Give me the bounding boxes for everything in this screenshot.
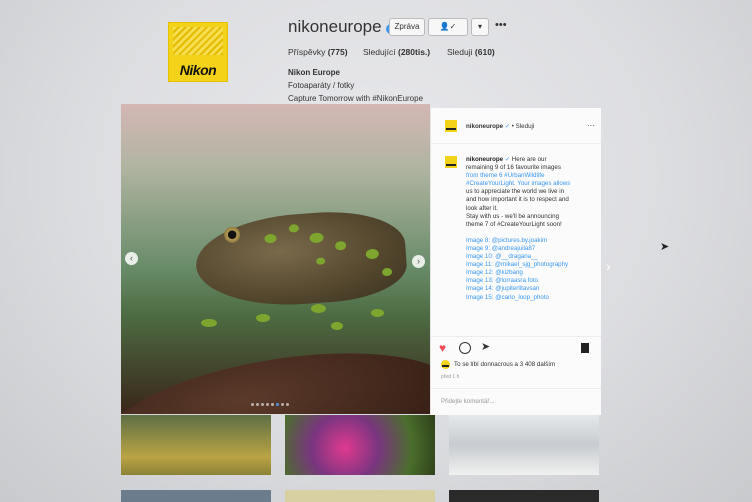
stat-following-value: (610) [474, 47, 495, 57]
post-username[interactable]: nikoneurope ✓ • Sleduji [466, 123, 534, 130]
post-photo[interactable]: ‹ › [121, 104, 430, 414]
duckweed [288, 224, 300, 233]
stat-posts[interactable]: Příspěvky (775) [288, 47, 348, 57]
grid-thumbnail[interactable] [121, 415, 271, 475]
verified-icon: ✓ [504, 156, 511, 163]
credit-line[interactable]: Image 12: @kizbang [466, 269, 523, 276]
grid-thumbnail[interactable] [121, 490, 271, 502]
carousel-dot [251, 403, 254, 406]
chevron-left-icon[interactable]: ‹ [125, 252, 138, 265]
stat-posts-value: (775) [327, 47, 348, 57]
duckweed [315, 257, 326, 265]
duckweed [381, 267, 393, 277]
liker-avatar [441, 360, 450, 369]
stat-followers-value: (280tis.) [397, 47, 431, 57]
more-icon[interactable]: ••• [495, 19, 507, 31]
profile-username: nikoneurope✓ [288, 17, 396, 37]
more-icon[interactable]: ··· [587, 121, 595, 130]
caption-line: Here are our [511, 156, 547, 163]
follow-label: • Sleduji [511, 123, 535, 130]
caption-line: Stay with us - we'll be announcing [466, 212, 560, 220]
stat-posts-label: Příspěvky [288, 47, 326, 57]
credit-line[interactable]: Image 8: @pictures.by.joakim [466, 237, 547, 244]
following-button[interactable]: 👤✓ [428, 18, 468, 36]
stat-followers-label: Sledující [363, 47, 396, 57]
carousel-indicator [251, 403, 289, 406]
logo-stripes [173, 27, 223, 55]
post-caption: nikoneurope ✓ Here are our remaining 9 o… [466, 156, 592, 302]
comment-input[interactable]: Přidejte komentář... [441, 398, 495, 405]
bio-category: Fotoaparáty / fotky [288, 81, 355, 90]
duckweed [309, 232, 324, 244]
carousel-dot-active [276, 403, 279, 406]
caption-line: remaining 9 of 16 favourite images [466, 164, 561, 172]
bookmark-icon[interactable] [581, 343, 589, 353]
cursor-icon: ➤ [660, 241, 670, 253]
carousel-dot [286, 403, 289, 406]
post-panel: nikoneurope ✓ • Sleduji ··· nikoneurope … [430, 108, 601, 415]
grid-thumbnail[interactable] [285, 490, 435, 502]
photo-frog [193, 206, 409, 312]
chevron-down-icon[interactable]: ▾ [471, 18, 489, 36]
profile-username-text: nikoneurope [288, 17, 382, 36]
caption-line: #CreateYourLight. Your images allows [466, 180, 571, 188]
caption-avatar [445, 156, 457, 168]
chevron-right-icon[interactable]: › [606, 258, 611, 274]
message-button[interactable]: Zpráva [389, 18, 425, 36]
post-username-text: nikoneurope [466, 123, 504, 130]
photo-log [121, 331, 430, 414]
caption-line: and how important it is to respect and [466, 196, 569, 204]
duckweed [371, 309, 384, 317]
comment-icon[interactable] [459, 342, 471, 354]
verified-icon: ✓ [504, 123, 511, 130]
duckweed [331, 322, 343, 330]
bio-name: Nikon Europe [288, 68, 341, 77]
divider [431, 143, 601, 144]
duckweed [365, 248, 380, 260]
carousel-dot [271, 403, 274, 406]
post-avatar[interactable] [445, 120, 457, 132]
carousel-dot [281, 403, 284, 406]
duckweed [334, 240, 347, 251]
logo-text: Nikon [179, 62, 217, 78]
stat-following-label: Sleduji [447, 47, 473, 57]
duckweed [311, 304, 326, 313]
bio-tagline: Capture Tomorrow with #NikonEurope [288, 94, 424, 103]
credit-line[interactable]: Image 15: @carlo_loop_photo [466, 294, 549, 301]
profile-logo: Nikon [168, 22, 228, 82]
caption-line: look after it. [466, 204, 498, 212]
credit-line[interactable]: Image 9: @andreajuila87 [466, 245, 535, 252]
caption-username[interactable]: nikoneurope [466, 156, 503, 163]
divider [431, 388, 601, 389]
carousel-dot [261, 403, 264, 406]
carousel-dot [266, 403, 269, 406]
chevron-right-icon[interactable]: › [412, 255, 425, 268]
caption-line: from theme 6 #UrbanWildlife [466, 172, 545, 180]
grid-thumbnail[interactable] [285, 415, 435, 475]
heart-icon[interactable]: ♥ [439, 341, 446, 355]
grid-thumbnail[interactable] [449, 415, 599, 475]
post-time: před 1 h [441, 374, 460, 380]
share-icon[interactable]: ➤ [481, 340, 490, 353]
duckweed [201, 319, 217, 327]
duckweed [256, 314, 270, 322]
frog-eye [223, 226, 241, 244]
duckweed [264, 233, 277, 244]
carousel-dot [256, 403, 259, 406]
caption-line: us to appreciate the world we live in [466, 188, 565, 196]
credit-line[interactable]: Image 11: @mikael_sjg_photography [466, 261, 568, 268]
credit-line[interactable]: Image 14: @jupiterlitavsan [466, 285, 539, 292]
credit-line[interactable]: Image 10: @__dragana__ [466, 253, 538, 260]
stat-followers[interactable]: Sledující (280tis.) [363, 47, 430, 57]
likes-text[interactable]: To se líbí donnacrous a 3 408 dalším [454, 361, 555, 368]
divider [431, 336, 601, 337]
stat-following[interactable]: Sleduji (610) [447, 47, 495, 57]
credit-line[interactable]: Image 13: @lorraasra.foto [466, 277, 538, 284]
grid-thumbnail[interactable] [449, 490, 599, 502]
caption-line: theme 7 of #CreateYourLight soon! [466, 220, 562, 228]
